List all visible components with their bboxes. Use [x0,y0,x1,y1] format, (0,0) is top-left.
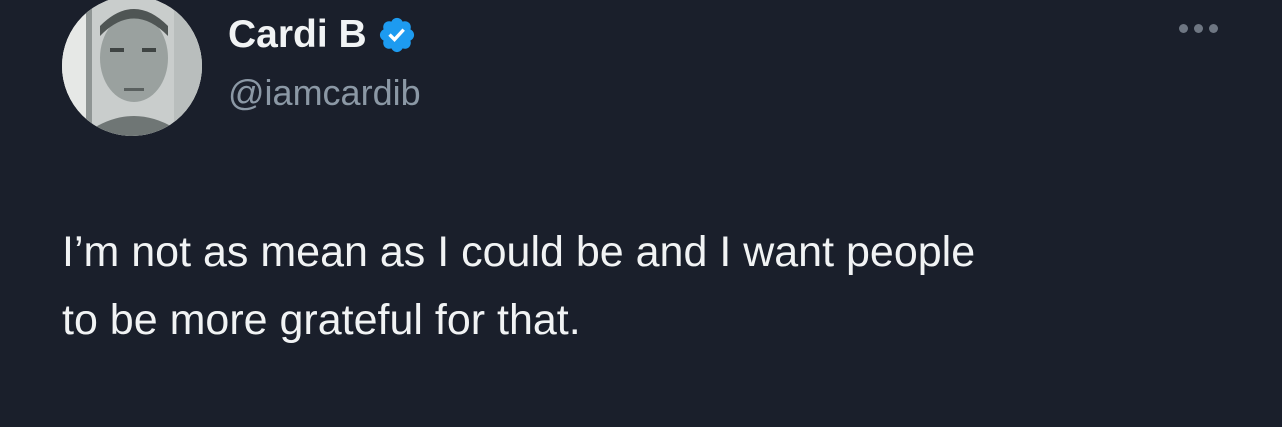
tweet-text: I’m not as mean as I could be and I want… [62,218,1242,354]
author-avatar[interactable] [62,0,202,136]
avatar-photo [62,0,202,136]
name-row: Cardi B [228,12,421,58]
more-dot [1209,24,1218,33]
tweet-text-line-2: to be more grateful for that. [62,296,581,344]
author-handle[interactable]: @iamcardib [228,72,421,114]
more-dot [1194,24,1203,33]
author-display-name[interactable]: Cardi B [228,12,367,58]
verified-badge-icon [377,15,417,55]
tweet-card[interactable]: Cardi B @iamcardib I’m not as mean as I … [0,0,1282,427]
tweet-header: Cardi B @iamcardib [228,12,421,114]
tweet-text-line-1: I’m not as mean as I could be and I want… [62,228,976,276]
more-options-icon[interactable] [1179,24,1218,33]
more-dot [1179,24,1188,33]
